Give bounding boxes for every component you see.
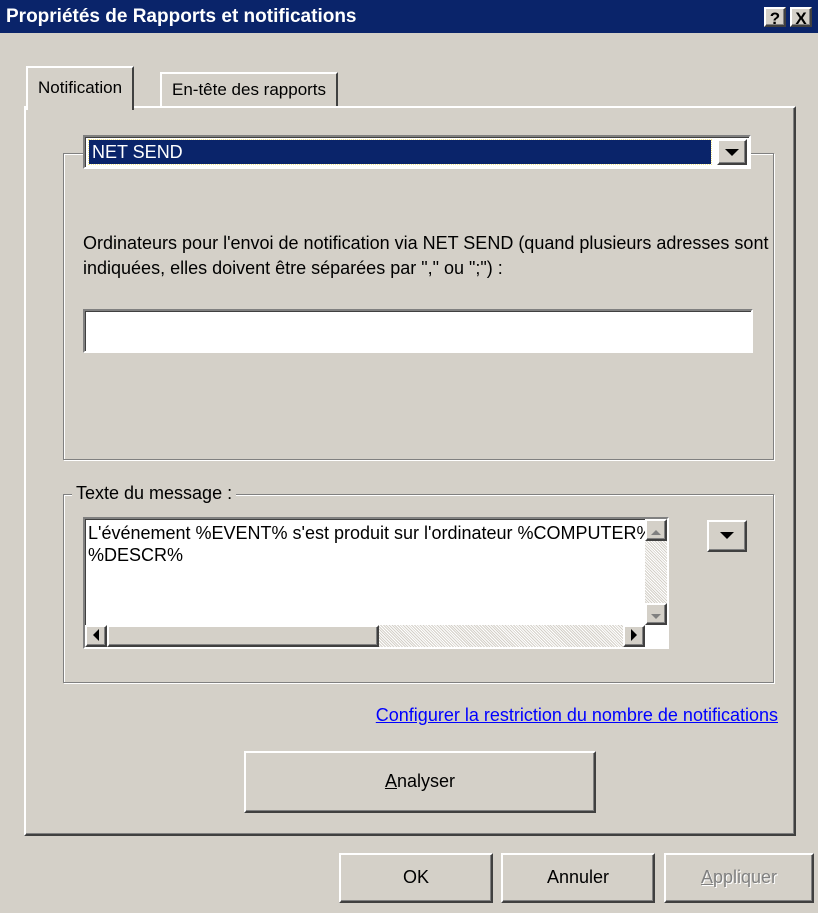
method-group: [63, 153, 774, 460]
ok-button[interactable]: OK: [339, 853, 493, 903]
message-text[interactable]: L'événement %EVENT% s'est produit sur l'…: [88, 522, 658, 566]
cancel-button[interactable]: Annuler: [501, 853, 655, 903]
message-group-label: Texte du message :: [72, 483, 237, 504]
arrow-up-icon: [651, 530, 661, 535]
netsend-description: Ordinateurs pour l'envoi de notification…: [83, 233, 769, 278]
apply-mnemonic: A: [700, 867, 713, 887]
analyser-mnemonic: A: [384, 771, 397, 791]
apply-button[interactable]: Appliquer: [664, 853, 814, 903]
notification-method-value: NET SEND: [88, 139, 712, 165]
vertical-scrollbar[interactable]: [645, 519, 667, 625]
notification-method-select[interactable]: NET SEND: [83, 135, 751, 169]
analyser-label: nalyser: [396, 771, 456, 791]
close-button[interactable]: X: [790, 7, 812, 28]
combo-dropdown-button[interactable]: [717, 139, 747, 165]
tab-notification[interactable]: Notification: [26, 66, 135, 110]
title-bar[interactable]: Propriétés de Rapports et notifications …: [0, 0, 818, 33]
arrow-left-icon: [93, 629, 99, 641]
scroll-up-button[interactable]: [645, 519, 667, 541]
window-title: Propriétés de Rapports et notifications: [6, 6, 357, 27]
scroll-thumb[interactable]: [107, 625, 379, 647]
analyser-button[interactable]: Analyser: [244, 751, 596, 813]
message-textarea[interactable]: L'événement %EVENT% s'est produit sur l'…: [83, 517, 669, 649]
arrow-right-icon: [631, 629, 637, 641]
chevron-down-icon: [720, 532, 734, 539]
arrow-down-icon: [651, 614, 661, 619]
scroll-left-button[interactable]: [85, 625, 107, 647]
insert-variable-dropdown[interactable]: [707, 520, 747, 552]
chevron-down-icon: [725, 149, 739, 156]
apply-label: ppliquer: [712, 867, 778, 887]
scroll-down-button[interactable]: [645, 603, 667, 625]
restriction-link[interactable]: Configurer la restriction du nombre de n…: [376, 705, 778, 726]
tab-en-tete-des-rapports[interactable]: En-tête des rapports: [160, 72, 339, 108]
horizontal-scrollbar[interactable]: [85, 625, 645, 647]
help-button[interactable]: ?: [764, 7, 786, 28]
scroll-right-button[interactable]: [623, 625, 645, 647]
computers-input[interactable]: [83, 309, 753, 353]
